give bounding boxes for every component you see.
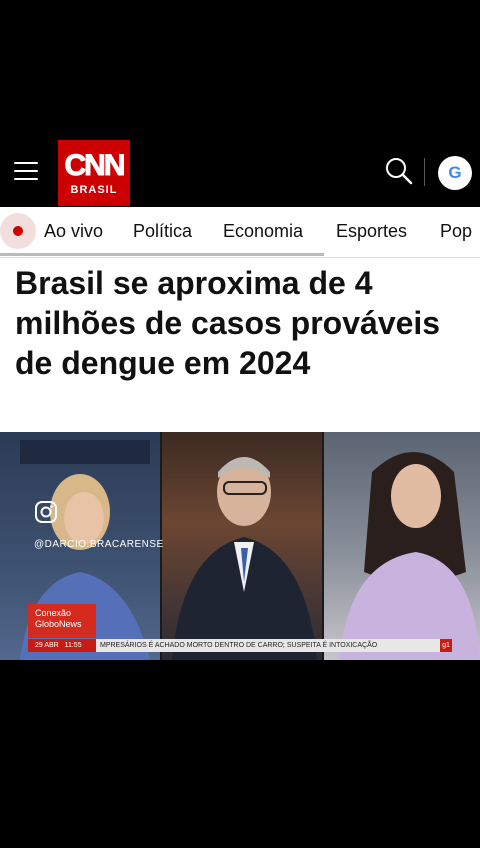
video-panel-right xyxy=(324,432,480,660)
nav-scroll-indicator xyxy=(0,253,324,256)
instagram-handle: @DARCIO.BRACARENSE xyxy=(34,539,164,550)
bottom-black-bar xyxy=(0,660,480,848)
ticker-time: 11:55 xyxy=(64,642,82,649)
presenter-right-image xyxy=(339,452,480,660)
nav-item-pop[interactable]: Pop xyxy=(440,221,472,242)
news-ticker: 29 ABR 11:55 MPRESÁRIOS É ACHADO MORTO D… xyxy=(28,639,452,652)
g1-logo-icon: g1 xyxy=(440,639,452,652)
ticker-datetime: 29 ABR 11:55 xyxy=(28,639,96,652)
ticker-date: 29 ABR xyxy=(35,642,59,649)
ticker-text: MPRESÁRIOS É ACHADO MORTO DENTRO DE CARR… xyxy=(100,642,378,649)
google-account-button[interactable]: G xyxy=(438,156,472,190)
search-icon[interactable] xyxy=(384,156,414,186)
instagram-icon xyxy=(35,501,57,523)
nav-item-esportes[interactable]: Esportes xyxy=(336,221,407,242)
nav-item-economia[interactable]: Economia xyxy=(223,221,303,242)
program-label: Conexão GloboNews xyxy=(28,604,96,638)
cnn-brasil-logo[interactable]: CNN BRASIL xyxy=(58,140,130,206)
top-black-bar xyxy=(0,0,480,140)
video-frame[interactable]: @DARCIO.BRACARENSE Conexão GloboNews 29 … xyxy=(0,432,480,660)
menu-icon[interactable] xyxy=(14,162,38,182)
header-divider xyxy=(424,158,425,186)
presenter-center-image xyxy=(172,457,317,660)
google-icon: G xyxy=(448,163,462,182)
section-nav: Ao vivo Política Economia Esportes Pop xyxy=(0,207,480,258)
logo-sub-text: BRASIL xyxy=(70,183,118,196)
video-panel-center xyxy=(162,432,322,660)
site-header: CNN BRASIL G xyxy=(0,140,480,207)
program-line-1: Conexão xyxy=(35,608,72,618)
article-headline[interactable]: Brasil se aproxima de 4 milhões de casos… xyxy=(15,263,465,383)
live-indicator-icon[interactable] xyxy=(0,213,36,249)
nav-item-politica[interactable]: Política xyxy=(133,221,192,242)
program-line-2: GloboNews xyxy=(35,619,82,629)
article-header: Brasil se aproxima de 4 milhões de casos… xyxy=(0,258,480,432)
nav-item-ao-vivo[interactable]: Ao vivo xyxy=(44,221,103,242)
logo-main-text: CNN xyxy=(64,148,126,182)
